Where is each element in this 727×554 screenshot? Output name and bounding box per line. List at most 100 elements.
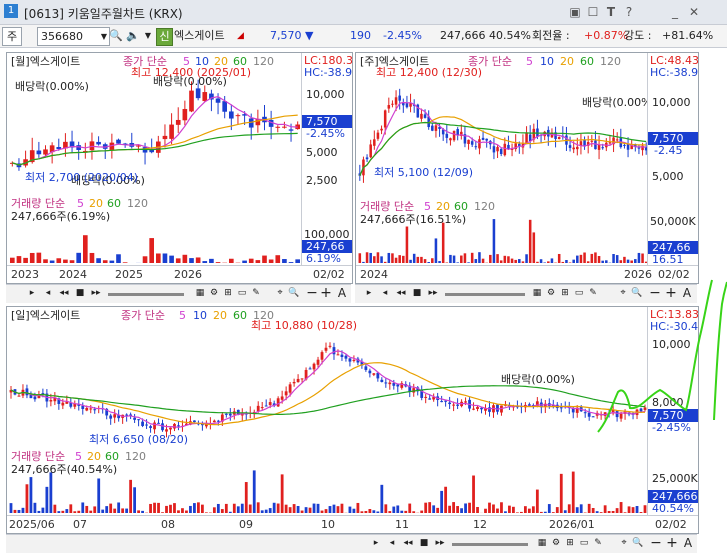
- chevron-down-icon[interactable]: ▼: [143, 28, 153, 44]
- settings-icon[interactable]: ⚙: [208, 287, 220, 299]
- volume-bar: [197, 502, 200, 513]
- daily-ma-label: 종가 단순: [121, 309, 165, 322]
- scroll-slider[interactable]: [108, 293, 184, 296]
- window-icon[interactable]: ▭: [236, 287, 248, 299]
- candle-body: [145, 424, 148, 426]
- candle-body: [448, 402, 452, 405]
- volume-bar: [200, 504, 204, 513]
- volume-bar: [268, 259, 274, 263]
- candle-body: [288, 129, 294, 131]
- volume-bar: [116, 254, 121, 263]
- settings-icon[interactable]: ⚙: [545, 287, 557, 299]
- candle-body: [428, 398, 432, 400]
- minimize-button[interactable]: _: [667, 4, 683, 20]
- play-icon[interactable]: ▸: [370, 537, 382, 549]
- zoom-out-button[interactable]: −: [649, 286, 661, 300]
- zoom-search-icon[interactable]: 🔍: [632, 537, 644, 549]
- chart-type-icon[interactable]: ▦: [536, 537, 548, 549]
- speaker-icon[interactable]: 🔈: [126, 28, 140, 44]
- stock-code-input[interactable]: 356680 ▼: [37, 27, 110, 46]
- crosshair-icon[interactable]: ⌖: [618, 537, 630, 549]
- zoom-out-button[interactable]: −: [650, 536, 662, 550]
- volume-bar: [212, 507, 216, 513]
- candle-body: [89, 408, 93, 410]
- monthly-chart-controls: ▸ ◂ ◂◂ ■ ▸▸ ▦ ⚙ ⊞ ▭ ✎ ⌖ 🔍 − + A: [6, 284, 351, 303]
- step-back-icon[interactable]: ◂: [386, 537, 398, 549]
- zoom-in-button[interactable]: +: [320, 286, 332, 300]
- rewind-icon[interactable]: ◂◂: [395, 287, 407, 299]
- volume-value: 247,666: [440, 29, 486, 42]
- weekly-low-label: 최저 5,100 (12/09): [374, 166, 474, 179]
- volume-bar: [244, 482, 248, 513]
- volume-bar: [400, 510, 404, 513]
- text-button[interactable]: T: [603, 4, 619, 20]
- drawing-icon[interactable]: ✎: [587, 287, 599, 299]
- grid-icon[interactable]: ⊞: [564, 537, 576, 549]
- help-button[interactable]: ?: [621, 4, 637, 20]
- step-back-icon[interactable]: ◂: [42, 287, 54, 299]
- zoom-in-button[interactable]: +: [666, 536, 678, 550]
- play-icon[interactable]: ▸: [363, 287, 375, 299]
- window-icon[interactable]: ▭: [573, 287, 585, 299]
- stop-icon[interactable]: ■: [418, 537, 430, 549]
- fast-forward-icon[interactable]: ▸▸: [90, 287, 102, 299]
- restore-button[interactable]: ☐: [585, 4, 601, 20]
- zoom-search-icon[interactable]: 🔍: [288, 287, 300, 299]
- monthly-vol-ma60: 60: [107, 197, 121, 210]
- grid-icon[interactable]: ⊞: [559, 287, 571, 299]
- volume-bar: [69, 504, 73, 513]
- fast-forward-icon[interactable]: ▸▸: [434, 537, 446, 549]
- play-icon[interactable]: ▸: [26, 287, 38, 299]
- zoom-in-button[interactable]: +: [665, 286, 677, 300]
- grid-icon[interactable]: ⊞: [222, 287, 234, 299]
- font-size-button[interactable]: A: [682, 537, 694, 549]
- candle-body: [340, 354, 344, 358]
- candle-body: [456, 404, 459, 406]
- volume-bar: [248, 504, 252, 513]
- rewind-icon[interactable]: ◂◂: [402, 537, 414, 549]
- window-icon[interactable]: ▭: [578, 537, 590, 549]
- step-back-icon[interactable]: ◂: [379, 287, 391, 299]
- volume-bar: [510, 258, 514, 263]
- chevron-down-icon[interactable]: ▼: [101, 28, 107, 45]
- screen-layout-button[interactable]: ▣: [567, 4, 583, 20]
- weekly-hc: HC:-38.9: [650, 66, 699, 79]
- volume-bar: [97, 478, 101, 513]
- weekly-vol-ma5: 5: [424, 200, 431, 213]
- zoom-search-icon[interactable]: 🔍: [631, 287, 643, 299]
- volume-bar: [117, 502, 121, 513]
- crosshair-icon[interactable]: ⌖: [617, 287, 629, 299]
- volume-bar: [17, 509, 21, 513]
- fast-forward-icon[interactable]: ▸▸: [427, 287, 439, 299]
- stop-icon[interactable]: ■: [74, 287, 86, 299]
- candle-body: [373, 139, 376, 146]
- drawing-icon[interactable]: ✎: [250, 287, 262, 299]
- candle-body: [300, 378, 304, 380]
- close-button[interactable]: ✕: [686, 4, 702, 20]
- candle-body: [372, 373, 376, 375]
- scroll-slider[interactable]: [445, 293, 525, 296]
- zoom-out-button[interactable]: −: [306, 286, 318, 300]
- search-icon[interactable]: 🔍: [109, 28, 123, 44]
- volume-bar: [394, 257, 398, 263]
- weekly-vol-scale-1: 50,000K: [650, 215, 696, 228]
- volume-bar: [405, 226, 409, 263]
- stop-icon[interactable]: ■: [411, 287, 423, 299]
- font-size-button[interactable]: A: [336, 287, 348, 299]
- volume-bar: [284, 504, 288, 513]
- volume-bar: [328, 506, 332, 513]
- scroll-slider[interactable]: [452, 543, 528, 546]
- chart-type-icon[interactable]: ▦: [531, 287, 543, 299]
- volume-bar: [360, 511, 364, 513]
- monthly-scale-2500: 2,500: [306, 174, 338, 187]
- drawing-icon[interactable]: ✎: [592, 537, 604, 549]
- rewind-icon[interactable]: ◂◂: [58, 287, 70, 299]
- candle-body: [284, 391, 288, 396]
- chart-type-icon[interactable]: ▦: [194, 287, 206, 299]
- settings-icon[interactable]: ⚙: [550, 537, 562, 549]
- daily-volume-scale: 25,000K 247,666 40.54%: [647, 447, 698, 515]
- font-size-button[interactable]: A: [681, 287, 693, 299]
- market-select[interactable]: 주: [2, 27, 22, 46]
- crosshair-icon[interactable]: ⌖: [274, 287, 286, 299]
- volume-bar: [631, 507, 635, 513]
